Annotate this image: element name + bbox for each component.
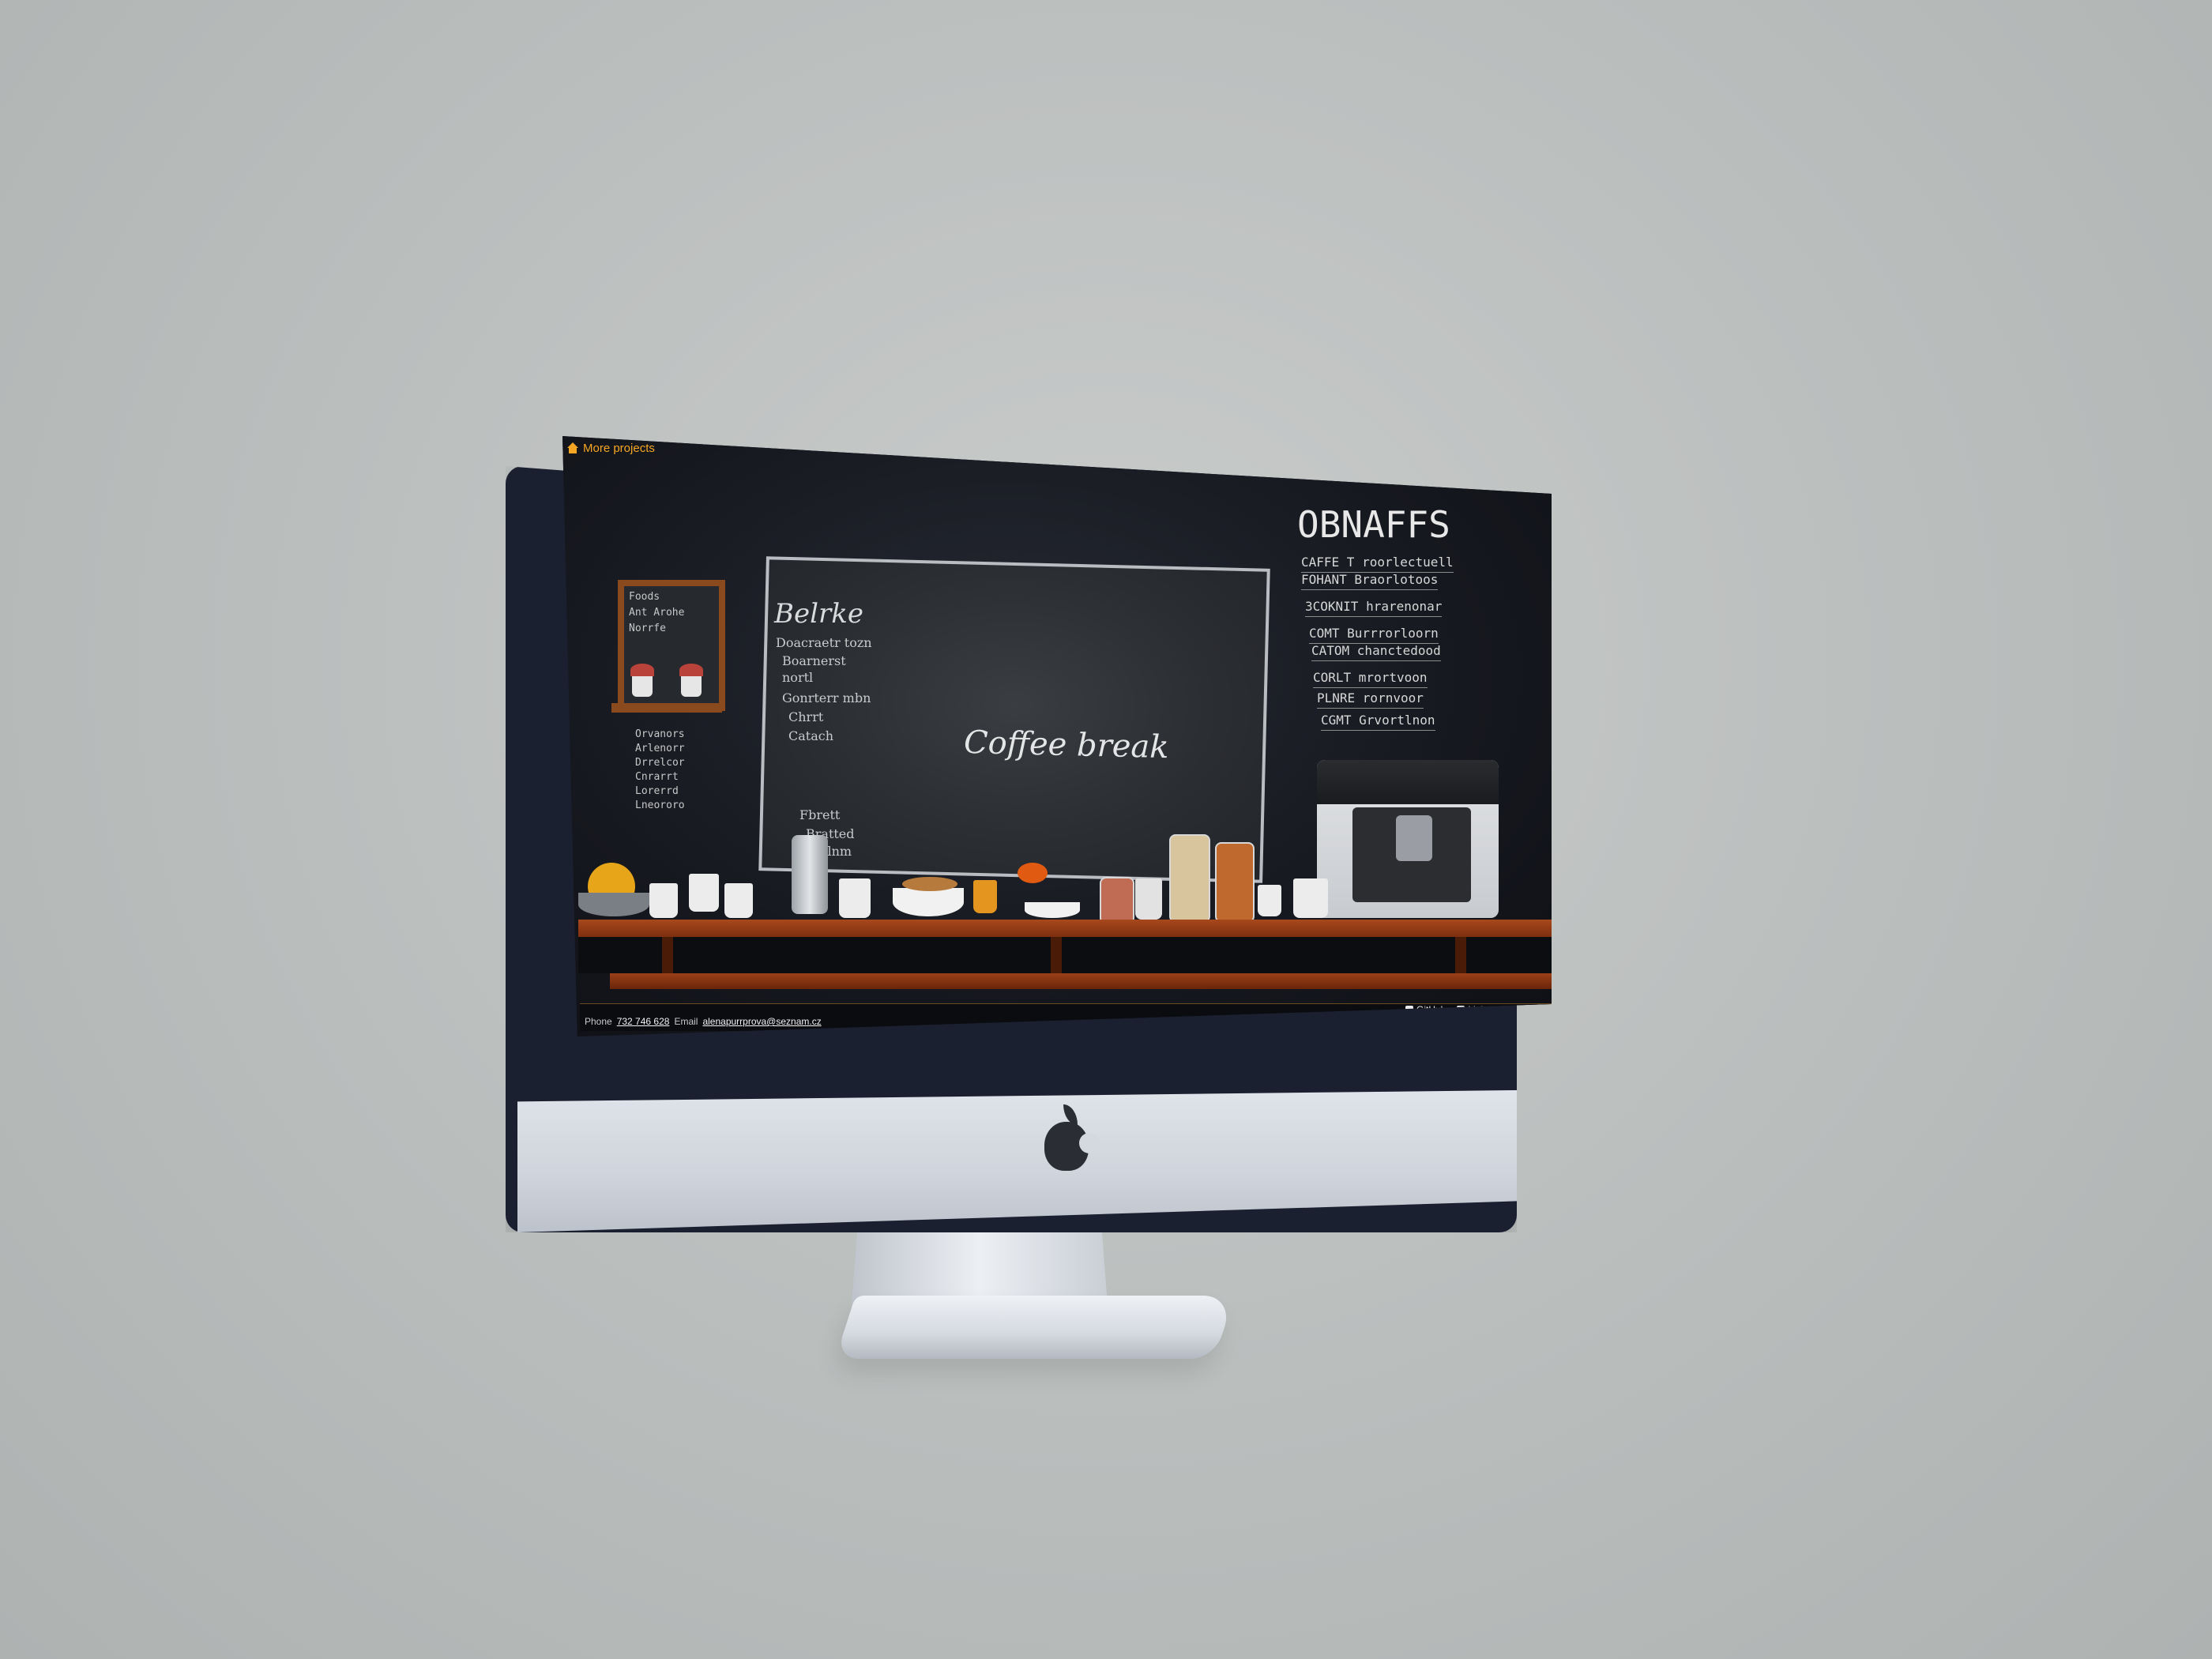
board-line: Gonrterr mbn [782,690,871,705]
board-heading: Belrke [774,598,863,630]
coffee-break-title: Coffee break [963,724,1170,766]
counter-gap [578,937,1552,973]
counter-leg [1455,937,1466,973]
wall-menu-heading: OBNAFFS [1297,503,1450,546]
wall-menu-line: PLNRE rornvoor [1317,690,1424,709]
coffee-grinder [792,835,828,914]
fruit-basket [578,893,649,916]
board-line: Catach [788,728,834,743]
top-navigation: More projects [562,436,883,460]
milk-carton [1135,878,1162,920]
espresso-group-head [1396,815,1432,861]
plant-pot [632,673,653,697]
wooden-counter-top [578,920,1552,937]
home-icon[interactable] [567,442,578,453]
instagram-link[interactable]: Instagram [1514,1004,1552,1015]
more-projects-link[interactable]: More projects [583,442,655,455]
board-line: Boarnerst [782,653,846,668]
counter-leg [662,937,673,973]
website-screen: More projects Foods Ant Arohe Norrfe Orv… [562,436,1552,1036]
coffee-bean-jar [1215,842,1255,923]
instagram-label: Instagram [1525,1004,1552,1015]
mug [724,883,753,918]
email-label: Email [674,1016,698,1027]
wall-menu-line: CGMT Grvortlnon [1321,713,1435,731]
counter-leg [1051,937,1062,973]
mug [1258,885,1281,916]
plant [679,664,703,676]
nut-bowl [893,888,964,916]
wall-menu-line: CAFFE T roorlectuell [1301,555,1454,573]
grain-jar [1169,834,1210,923]
contact-info: Phone 732 746 628 Email alenapurrprova@s… [585,1016,822,1027]
wall-menu-line: 3COKNIT hrarenonar [1305,599,1443,617]
phone-label: Phone [585,1016,612,1027]
email-link[interactable]: alenapurrprova@seznam.cz [702,1016,821,1027]
juice-glass [973,880,997,913]
phone-link[interactable]: 732 746 628 [617,1016,670,1027]
board-line: nortl [782,670,814,685]
plant-pot [681,673,702,697]
small-board-line: Foods [629,591,660,603]
imac-stand-foot [835,1296,1235,1359]
apple-logo-icon [1044,1122,1100,1171]
board-line: Doacraetr tozn [776,635,872,650]
wall-note-line: Lorerrd [635,785,679,797]
wall-menu-line: FOHANT Braorlotoos [1301,572,1439,590]
small-board-line: Ant Arohe [629,607,685,619]
board-line: Chrrt [788,709,824,724]
imac-mockup-scene: More projects Foods Ant Arohe Norrfe Orv… [0,0,2212,1659]
wall-note-line: Orvanors [635,728,685,740]
espresso-machine-top [1317,760,1499,804]
wall-menu-line: CORLT mrortvoon [1313,670,1428,688]
wooden-counter-shelf [610,973,1552,989]
nuts [902,877,957,891]
small-board-line: Norrfe [629,623,666,634]
mug [689,874,719,912]
wall-note-line: Lneororo [635,799,685,811]
wall-note-line: Arlenorr [635,743,685,754]
spice-jar [1100,877,1134,924]
small-bowl [1025,902,1080,918]
plant [630,664,654,676]
wooden-shelf [611,703,722,713]
mug [649,883,678,918]
wall-menu-line: CATOM chanctedood [1311,643,1441,661]
oranges [1018,863,1048,883]
utensil-cup [1293,878,1328,918]
wall-note-line: Cnrarrt [635,771,679,783]
wall-note-line: Drrelcor [635,757,685,769]
wall-menu-line: COMT Burrrorloorn [1309,626,1439,644]
board-line: Fbrett [799,807,841,822]
mug [839,878,871,918]
